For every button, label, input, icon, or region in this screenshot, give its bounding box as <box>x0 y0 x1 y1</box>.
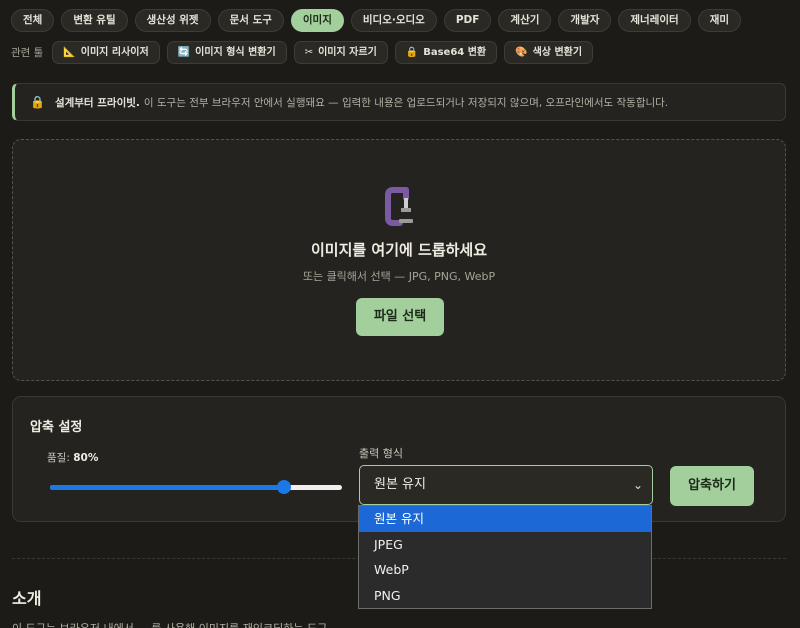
related-tool-label: 이미지 리사이저 <box>80 47 149 58</box>
category-bar: 전체 변환 유틸 생산성 위젯 문서 도구 이미지 비디오·오디오 PDF 계산기 개발자 제너레… <box>11 9 742 32</box>
related-tool-link[interactable]: 🔄 이미지 형식 변환기 <box>166 41 287 64</box>
privacy-notice-text: 이 도구는 전부 브라우저 안에서 실행돼요 — 입력한 내용은 업로드되거나 … <box>143 96 669 109</box>
ruler-icon: 📐 <box>63 47 76 58</box>
related-tool-link[interactable]: 🎨 색상 변환기 <box>504 41 594 64</box>
settings-title: 압축 설정 <box>30 420 83 435</box>
quality-label-text: 품질: <box>47 452 70 464</box>
related-tool-label: 이미지 자르기 <box>318 47 377 58</box>
category-tab[interactable]: 계산기 <box>498 9 552 32</box>
category-tab[interactable]: 비디오·오디오 <box>350 9 437 32</box>
related-tool-link[interactable]: 📐 이미지 리사이저 <box>52 41 160 64</box>
dropzone-title: 이미지를 여기에 드롭하세요 <box>310 241 488 259</box>
category-tab[interactable]: 변환 유틸 <box>61 9 128 32</box>
lock-icon: 🔒 <box>30 95 45 109</box>
related-tools-label: 관련 툴 <box>11 47 44 59</box>
quality-slider[interactable] <box>50 480 342 494</box>
category-tab[interactable]: 개발자 <box>558 9 612 32</box>
intro-title: 소개 <box>12 589 42 608</box>
intro-text: 이 도구는 브라우저 내에서 ... 를 사용해 이미지를 재인코딩하는 도구 <box>12 620 327 628</box>
clamp-icon <box>385 187 413 226</box>
format-option[interactable]: 원본 유지 <box>359 506 651 532</box>
category-tab[interactable]: 문서 도구 <box>217 9 284 32</box>
related-tool-link[interactable]: 🔒 Base64 변환 <box>394 41 498 64</box>
category-tab[interactable]: PDF <box>443 9 492 32</box>
choose-file-button[interactable]: 파일 선택 <box>356 298 444 336</box>
dropzone-subtitle: 또는 클릭해서 선택 — JPG, PNG, WebP <box>302 270 496 283</box>
related-tool-link[interactable]: ✂ 이미지 자르기 <box>293 41 388 64</box>
scissors-icon: ✂ <box>304 47 314 58</box>
related-tool-label: 색상 변환기 <box>532 47 583 58</box>
category-tab[interactable]: 제너레이터 <box>618 9 691 32</box>
output-format-dropdown: 원본 유지 JPEG WebP PNG <box>358 505 652 609</box>
palette-icon: 🎨 <box>515 47 528 58</box>
output-format-value: 원본 유지 <box>374 477 426 492</box>
output-format-select[interactable]: 원본 유지 ⌄ <box>359 465 653 505</box>
lock-icon: 🔒 <box>405 47 419 58</box>
format-option[interactable]: JPEG <box>359 532 651 558</box>
chevron-down-icon: ⌄ <box>632 478 643 492</box>
related-tools-bar: 관련 툴 📐 이미지 리사이저 🔄 이미지 형식 변환기 ✂ 이미지 자르기 🔒 Base64… <box>11 41 594 64</box>
category-tab[interactable]: 생산성 위젯 <box>134 9 211 32</box>
privacy-notice: 🔒 설계부터 프라이빗. 이 도구는 전부 브라우저 안에서 실행돼요 — 입력… <box>12 83 786 121</box>
quality-label: 품질: 80% <box>47 450 98 465</box>
quality-value: 80% <box>73 452 99 464</box>
slider-fill <box>50 485 284 490</box>
privacy-notice-heading: 설계부터 프라이빗. <box>54 96 140 109</box>
related-tool-label: Base64 변환 <box>423 47 487 58</box>
convert-icon: 🔄 <box>177 47 191 58</box>
related-tool-label: 이미지 형식 변환기 <box>195 47 276 58</box>
compression-settings-panel: 압축 설정 품질: 80% 출력 형식 원본 유지 ⌄ 압축하기 <box>12 396 786 522</box>
category-tab[interactable]: 전체 <box>11 9 55 32</box>
category-tab[interactable]: 재미 <box>697 9 742 32</box>
format-option[interactable]: PNG <box>359 583 651 609</box>
slider-thumb[interactable] <box>276 480 291 494</box>
image-dropzone[interactable]: 이미지를 여기에 드롭하세요 또는 클릭해서 선택 — JPG, PNG, We… <box>12 139 786 381</box>
category-tab[interactable]: 이미지 <box>290 9 344 32</box>
format-option[interactable]: WebP <box>359 557 651 583</box>
related-tools-list: 📐 이미지 리사이저 🔄 이미지 형식 변환기 ✂ 이미지 자르기 🔒 Base64 변환 🎨 색… <box>52 41 594 64</box>
compress-button[interactable]: 압축하기 <box>670 466 754 506</box>
output-format-label: 출력 형식 <box>359 447 403 460</box>
